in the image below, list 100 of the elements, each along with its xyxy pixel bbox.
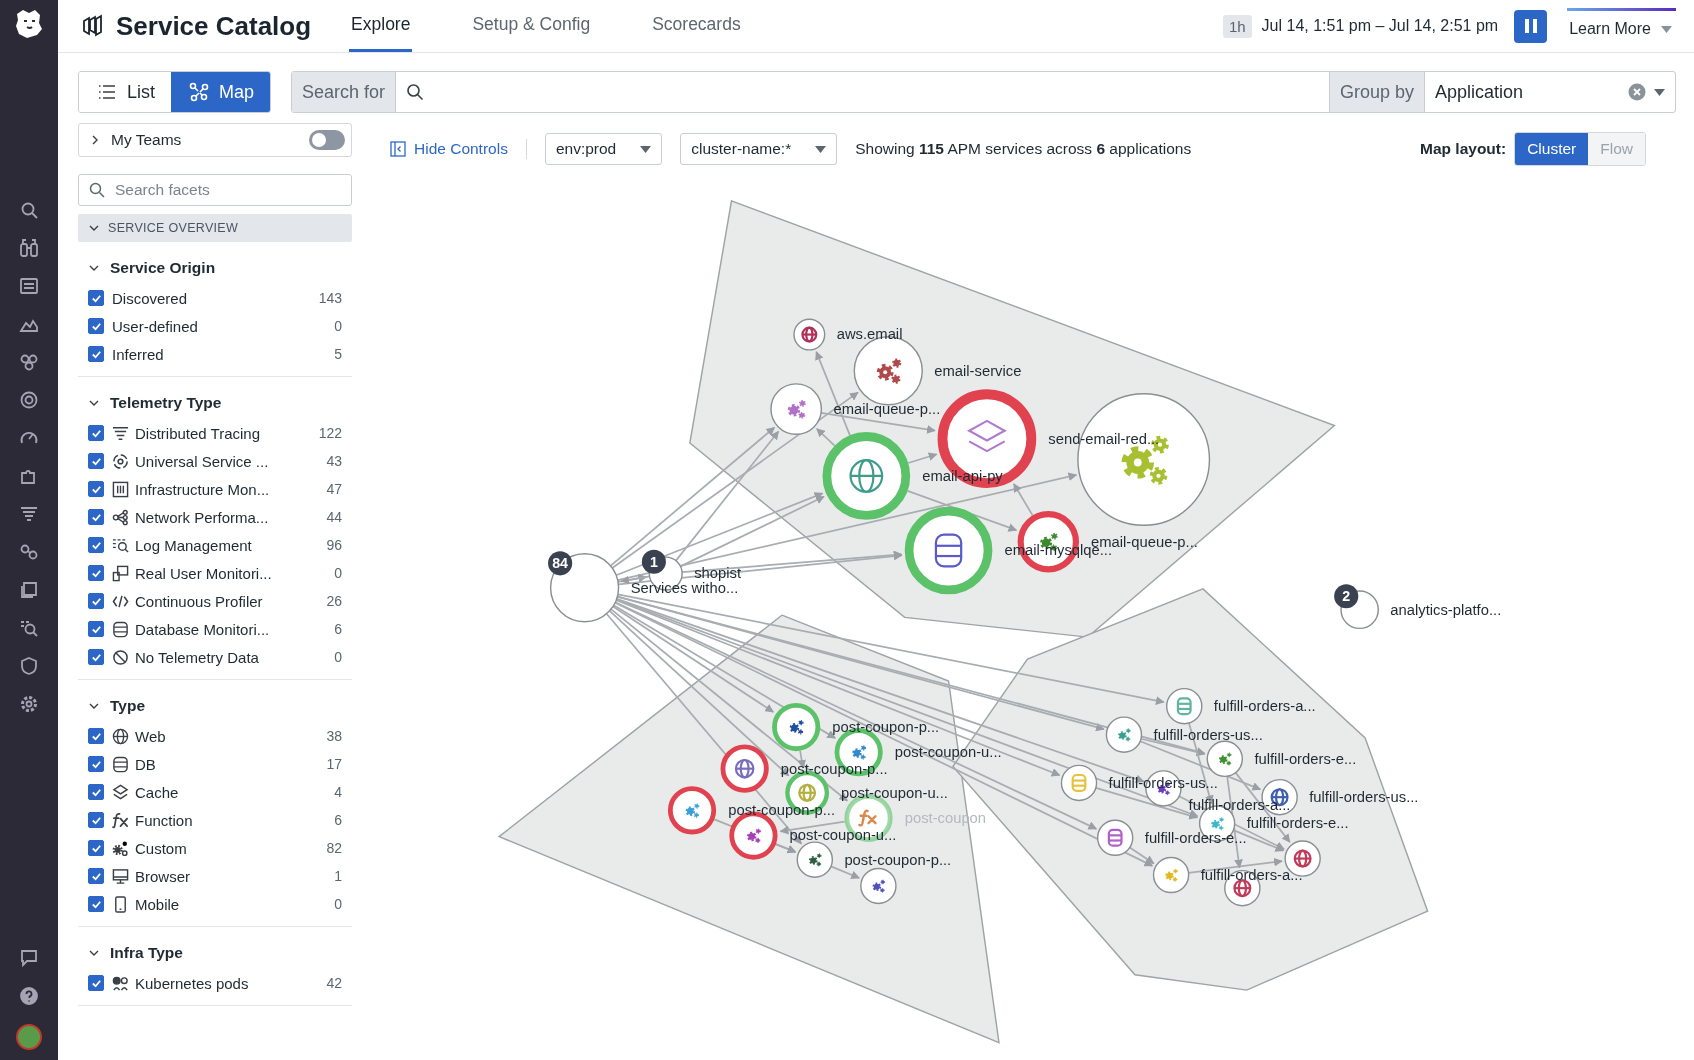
checkbox[interactable] (88, 896, 104, 912)
checkbox[interactable] (88, 621, 104, 637)
service-node[interactable] (549, 553, 620, 623)
service-node[interactable] (1206, 740, 1244, 778)
facet-label: Cache (135, 783, 180, 801)
checkbox[interactable] (88, 975, 104, 991)
facet-count: 26 (326, 593, 342, 609)
shield-icon[interactable] (19, 656, 39, 676)
checkbox[interactable] (88, 318, 104, 334)
chat-icon[interactable] (19, 948, 39, 968)
group-by-label: Group by (1328, 72, 1425, 112)
checkbox[interactable] (88, 784, 104, 800)
facet-count: 96 (326, 537, 342, 553)
service-node[interactable] (860, 867, 897, 905)
stacked-lines-icon[interactable] (19, 504, 39, 524)
link-icon[interactable] (19, 542, 39, 562)
book-icon[interactable] (19, 580, 39, 600)
search-field[interactable]: Search for Group by Application (291, 71, 1676, 113)
checkbox[interactable] (88, 346, 104, 362)
checkbox[interactable] (88, 649, 104, 665)
facet-group-header[interactable]: Infra Type (78, 937, 352, 969)
summary-text: Showing 115 APM services across 6 applications (855, 140, 1192, 158)
checkbox[interactable] (88, 728, 104, 744)
checkbox[interactable] (88, 537, 104, 553)
node-label: fulfill-orders-us... (1108, 774, 1218, 791)
time-preset[interactable]: 1h (1222, 14, 1252, 38)
service-node[interactable] (1060, 764, 1098, 802)
facet-label: Continuous Profiler (135, 592, 264, 610)
list-icon[interactable] (19, 276, 39, 296)
nav-tab[interactable]: Scorecards (650, 0, 743, 52)
service-node[interactable] (793, 318, 826, 351)
time-range[interactable]: Jul 14, 1:51 pm – Jul 14, 2:51 pm (1261, 17, 1499, 35)
caret-icon (640, 145, 652, 153)
facet-search-field[interactable]: Search facets (78, 174, 352, 206)
service-node[interactable] (796, 841, 834, 878)
toggle-switch[interactable] (309, 130, 345, 150)
section-header[interactable]: SERVICE OVERVIEW (78, 214, 352, 242)
checkbox[interactable] (88, 453, 104, 469)
filter-dropdown[interactable]: env:prod (544, 133, 663, 165)
nav-tab[interactable]: Setup & Config (470, 0, 593, 52)
hide-controls-link[interactable]: Hide Controls (390, 140, 508, 158)
caret-icon (1661, 25, 1672, 33)
log-search-icon (112, 536, 129, 554)
clear-icon[interactable] (1628, 83, 1646, 101)
monitor-icon (112, 867, 129, 885)
facet-count: 122 (318, 425, 342, 441)
checkbox[interactable] (88, 290, 104, 306)
checkbox[interactable] (88, 812, 104, 828)
node-label: post-coupon-u... (841, 784, 948, 801)
service-node[interactable] (770, 383, 823, 436)
avatar[interactable] (16, 1024, 42, 1050)
service-node[interactable] (1152, 856, 1190, 894)
facet-count: 44 (326, 509, 342, 525)
facet-label: Custom (135, 839, 188, 857)
checkbox[interactable] (88, 593, 104, 609)
pause-button[interactable] (1514, 9, 1548, 43)
checkmark-icon (90, 758, 102, 770)
checkmark-icon (90, 567, 102, 579)
filter-dropdown[interactable]: cluster-name:* (680, 133, 838, 165)
learn-more-dropdown[interactable]: Learn More (1557, 8, 1676, 44)
facet-label: Function (135, 811, 194, 829)
dots-icon[interactable] (19, 352, 39, 372)
service-node[interactable] (667, 786, 717, 835)
gear-icon[interactable] (19, 694, 39, 714)
nav-tab[interactable]: Explore (349, 0, 413, 52)
facet-group-header[interactable]: Telemetry Type (78, 387, 352, 419)
service-node[interactable] (1166, 687, 1203, 725)
caret-icon[interactable] (1654, 88, 1665, 96)
search-icon (89, 182, 105, 198)
facet-group-header[interactable]: Service Origin (78, 252, 352, 284)
facet-count: 143 (318, 290, 342, 306)
checkbox[interactable] (88, 756, 104, 772)
database-icon (112, 755, 129, 773)
checkbox[interactable] (88, 840, 104, 856)
service-node[interactable] (1105, 716, 1143, 753)
search-icon[interactable] (19, 200, 39, 220)
checkmark-icon (90, 623, 102, 635)
node-label: post-coupon (904, 809, 987, 826)
service-node[interactable] (1096, 819, 1134, 856)
help-icon[interactable] (19, 986, 39, 1006)
checkbox[interactable] (88, 509, 104, 525)
facet-group-header[interactable]: Type (78, 690, 352, 722)
checkbox[interactable] (88, 868, 104, 884)
checkmark-icon (90, 786, 102, 798)
checkmark-icon (90, 870, 102, 882)
my-teams-filter[interactable]: My Teams (78, 123, 352, 157)
node-label: fulfill-orders-e... (1254, 750, 1357, 767)
group-by-select[interactable]: Application (1425, 72, 1675, 112)
checkbox[interactable] (88, 425, 104, 441)
target-icon[interactable] (19, 390, 39, 410)
facet-label: Infrastructure Mon... (135, 480, 271, 498)
layout-option[interactable]: Cluster (1515, 133, 1589, 165)
view-toggle-button[interactable]: Map (171, 72, 271, 112)
checkbox[interactable] (88, 481, 104, 497)
checkmark-icon (90, 320, 102, 332)
checkbox[interactable] (88, 565, 104, 581)
facet-label: Universal Service ... (135, 452, 270, 470)
checkmark-icon (90, 483, 102, 495)
log-search-icon[interactable] (19, 618, 39, 638)
binoculars-icon[interactable] (19, 238, 39, 258)
